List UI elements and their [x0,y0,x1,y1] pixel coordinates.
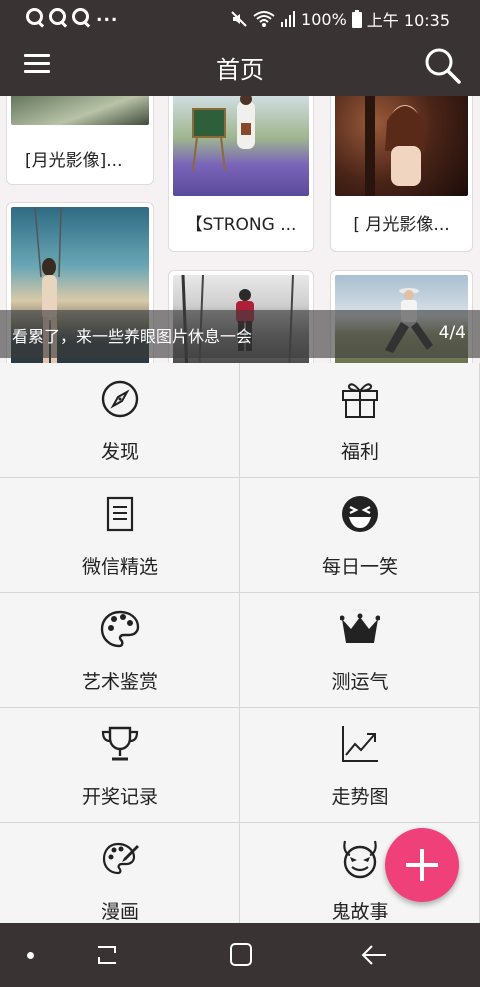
photo-caption: [ 月光影像... [353,215,450,235]
document-icon [106,496,134,532]
grid-item-label: 艺术鉴赏 [81,671,158,693]
photo-card[interactable]: 【STRONG ... [168,96,314,252]
devil-icon [343,840,377,879]
notification-area: ... [26,6,118,26]
system-status: 100% 上午 10:35 [230,7,450,31]
gift-icon [342,383,378,418]
grid-item-label: 发现 [100,441,139,463]
q-icon [49,7,66,25]
grid-item-lottery-records[interactable]: 开奖记录 [0,708,240,823]
mute-icon [231,11,247,27]
battery-percent: 100% [301,9,347,29]
photo-card[interactable]: [ 月光影像... [330,96,473,252]
photo-caption: 【STRONG ... [185,215,297,235]
navigation-bar [0,923,480,987]
grid-item-discover[interactable]: 发现 [0,363,240,478]
signal-icon [281,11,296,27]
grid-item-comics[interactable]: 漫画 [0,823,240,923]
q-icon [72,7,89,25]
photo-carousel[interactable]: [月光影像]... 【STRONG ... [月光影像... 看累了，来一些养… [0,96,480,363]
laugh-icon [342,496,378,532]
home-icon[interactable] [226,941,256,969]
carousel-overlay: 看累了，来一些养眼图片休息一会 4/4 [0,310,480,358]
grid-item-label: 开奖记录 [81,786,158,808]
photo-thumbnail [11,96,149,125]
q-icon [26,7,43,25]
clock: 上午 10:35 [366,11,450,30]
grid-item-trend-chart[interactable]: 走势图 [240,708,480,823]
compass-icon [101,380,139,418]
grid-item-label: 走势图 [331,786,389,808]
brush-palette-icon [102,842,139,875]
recent-apps-icon[interactable] [92,941,122,969]
carousel-caption: 看累了，来一些养眼图片休息一会 [12,327,253,346]
grid-item-label: 微信精选 [81,556,158,578]
trend-chart-icon [342,726,378,762]
grid-item-wechat-picks[interactable]: 微信精选 [0,478,240,593]
status-bar: ... 100% 上午 10:35 [0,0,480,34]
carousel-index: 4/4 [438,323,466,343]
crown-icon [340,613,380,643]
grid-item-label: 测运气 [331,671,389,693]
battery-icon [351,10,362,28]
grid-item-label: 每日一笑 [321,556,398,578]
grid-item-art-appreciation[interactable]: 艺术鉴赏 [0,593,240,708]
notification-overflow: ... [96,6,119,26]
wifi-icon [253,11,275,27]
palette-icon [100,610,140,648]
photo-thumbnail [335,96,468,196]
page-title: 首页 [216,56,264,84]
grid-item-welfare[interactable]: 福利 [240,363,480,478]
grid-item-daily-laugh[interactable]: 每日一笑 [240,478,480,593]
app-bar: 首页 [0,34,480,96]
grid-item-label: 福利 [340,441,379,463]
back-icon[interactable] [360,941,390,969]
grid-item-label: 鬼故事 [331,901,389,923]
grid-item-fortune[interactable]: 测运气 [240,593,480,708]
nav-dot-icon[interactable] [27,952,34,959]
photo-card[interactable]: [月光影像]... [6,96,154,185]
trophy-icon [101,726,139,761]
grid-item-label: 漫画 [100,901,139,923]
add-button[interactable] [385,828,459,902]
photo-thumbnail [173,96,309,196]
search-icon[interactable] [424,47,462,85]
photo-caption: [月光影像]... [25,151,123,171]
